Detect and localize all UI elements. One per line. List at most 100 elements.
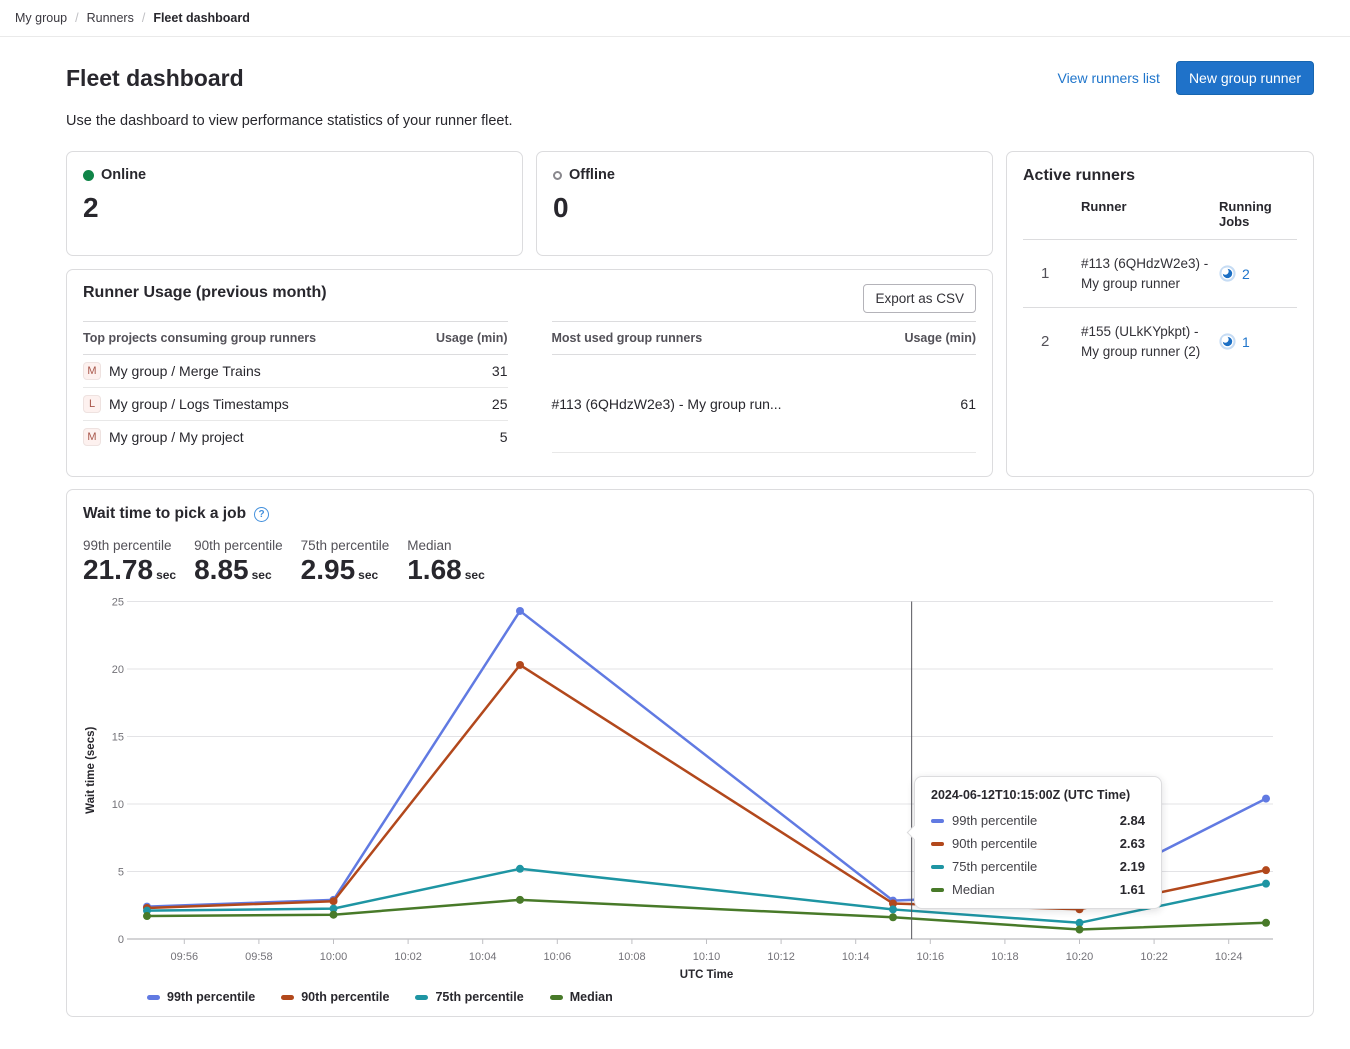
y-tick-label: 25 <box>112 597 124 609</box>
page-header: Fleet dashboard View runners list New gr… <box>66 61 1314 95</box>
column-header-runner: Runner <box>1081 187 1219 240</box>
stat-unit: sec <box>465 568 485 582</box>
active-runners-table: Runner Running Jobs 1 #113 (6QHdzW2e3) -… <box>1023 187 1297 375</box>
most-used-runners-table: Most used group runners Usage (min) #113… <box>552 321 977 453</box>
offline-status-dot-icon <box>553 171 562 180</box>
x-tick-label: 10:02 <box>394 951 422 963</box>
project-usage-row: MMy group / Merge Trains 31 <box>83 355 508 388</box>
wait-time-title-row: Wait time to pick a job ? <box>83 505 1297 523</box>
running-jobs-cell: 2 <box>1219 265 1297 282</box>
tooltip-series-value: 2.19 <box>1120 859 1145 874</box>
running-jobs-count-link[interactable]: 2 <box>1242 266 1250 282</box>
data-point[interactable] <box>889 905 897 913</box>
stat-unit: sec <box>358 568 378 582</box>
x-tick-label: 09:56 <box>171 951 199 963</box>
data-point[interactable] <box>516 896 524 904</box>
stat-label: 99th percentile <box>83 538 176 553</box>
x-tick-label: 10:04 <box>469 951 497 963</box>
wait-time-chart[interactable]: 051015202509:5609:5810:0010:0210:0410:06… <box>83 594 1297 990</box>
data-point[interactable] <box>1262 866 1270 874</box>
legend-item-median[interactable]: Median <box>550 990 613 1004</box>
cards-grid: Online 2 Offline 0 Active runners Runner… <box>66 151 1314 477</box>
x-tick-label: 10:12 <box>767 951 795 963</box>
project-name: My group / Logs Timestamps <box>109 396 289 412</box>
online-label-row: Online <box>83 167 506 183</box>
y-tick-label: 15 <box>112 732 124 744</box>
data-point[interactable] <box>516 661 524 669</box>
stat-value: 1.68 <box>407 554 462 585</box>
tooltip-row: 90th percentile2.63 <box>931 832 1145 855</box>
offline-label-row: Offline <box>553 167 976 183</box>
data-point[interactable] <box>516 865 524 873</box>
y-tick-label: 20 <box>112 664 124 676</box>
active-runner-row: 2 #155 (ULkKYpkpt) - My group runner (2)… <box>1023 308 1297 376</box>
breadcrumb-item-runners[interactable]: Runners <box>87 11 134 25</box>
runner-usage-value: 61 <box>886 355 976 453</box>
stat-75th-percentile: 75th percentile 2.95sec <box>301 538 390 586</box>
runner-usage-header: Runner Usage (previous month) Export as … <box>83 284 976 313</box>
tooltip-row: 99th percentile2.84 <box>931 809 1145 832</box>
legend-swatch-icon <box>415 995 428 1000</box>
column-header-running-jobs: Running Jobs <box>1219 187 1297 240</box>
new-group-runner-button[interactable]: New group runner <box>1176 61 1314 95</box>
runners-usage-header: Usage (min) <box>886 322 976 355</box>
export-csv-button[interactable]: Export as CSV <box>863 284 976 313</box>
help-icon[interactable]: ? <box>254 507 269 522</box>
top-projects-table: Top projects consuming group runners Usa… <box>83 321 508 453</box>
x-tick-label: 10:18 <box>991 951 1019 963</box>
data-point[interactable] <box>889 913 897 921</box>
online-runners-card: Online 2 <box>66 151 523 256</box>
tooltip-series-label: 99th percentile <box>952 813 1112 828</box>
header-actions: View runners list New group runner <box>1057 61 1314 95</box>
legend-label: 99th percentile <box>167 990 255 1004</box>
x-tick-label: 10:20 <box>1066 951 1094 963</box>
project-avatar: M <box>83 362 101 380</box>
data-point[interactable] <box>143 912 151 920</box>
wait-time-card: Wait time to pick a job ? 99th percentil… <box>66 489 1314 1017</box>
data-point[interactable] <box>1076 926 1084 934</box>
legend-item-75th-percentile[interactable]: 75th percentile <box>415 990 523 1004</box>
online-label: Online <box>101 167 146 183</box>
running-jobs-cell: 1 <box>1219 333 1297 350</box>
tooltip-series-label: 75th percentile <box>952 859 1112 874</box>
status-running-icon <box>1219 333 1236 350</box>
chart-legend: 99th percentile 90th percentile 75th perce… <box>147 990 1297 1004</box>
view-runners-list-link[interactable]: View runners list <box>1057 70 1159 86</box>
series-swatch-icon <box>931 819 944 823</box>
tooltip-series-value: 1.61 <box>1120 882 1145 897</box>
runner-rank: 2 <box>1023 308 1081 376</box>
y-tick-label: 0 <box>118 934 124 946</box>
x-axis-title: UTC Time <box>680 969 733 981</box>
percentile-stats-row: 99th percentile 21.78sec 90th percentile… <box>83 538 1297 586</box>
x-tick-label: 10:14 <box>842 951 870 963</box>
stat-label: 90th percentile <box>194 538 283 553</box>
legend-item-99th-percentile[interactable]: 99th percentile <box>147 990 255 1004</box>
project-usage-row: LMy group / Logs Timestamps 25 <box>83 388 508 421</box>
legend-swatch-icon <box>281 995 294 1000</box>
stat-value: 8.85 <box>194 554 249 585</box>
x-tick-label: 09:58 <box>245 951 273 963</box>
stat-label: 75th percentile <box>301 538 390 553</box>
y-tick-label: 5 <box>118 867 124 879</box>
breadcrumb-item-current: Fleet dashboard <box>153 11 250 25</box>
running-jobs-count-link[interactable]: 1 <box>1242 334 1250 350</box>
data-point[interactable] <box>330 911 338 919</box>
project-usage-value: 5 <box>418 421 508 454</box>
projects-usage-header: Usage (min) <box>418 322 508 355</box>
tooltip-row: Median1.61 <box>931 878 1145 901</box>
data-point[interactable] <box>330 897 338 905</box>
data-point[interactable] <box>1262 919 1270 927</box>
online-count: 2 <box>83 192 506 224</box>
data-point[interactable] <box>516 607 524 615</box>
legend-label: 90th percentile <box>301 990 389 1004</box>
wait-time-title: Wait time to pick a job <box>83 505 246 523</box>
status-running-icon <box>1219 265 1236 282</box>
active-runners-title: Active runners <box>1023 167 1297 185</box>
legend-item-90th-percentile[interactable]: 90th percentile <box>281 990 389 1004</box>
chart-tooltip: 2024-06-12T10:15:00Z (UTC Time) 99th per… <box>914 776 1162 909</box>
runner-usage-row: #113 (6QHdzW2e3) - My group run... 61 <box>552 355 977 453</box>
offline-runners-card: Offline 0 <box>536 151 993 256</box>
data-point[interactable] <box>1262 880 1270 888</box>
data-point[interactable] <box>1262 795 1270 803</box>
breadcrumb-item-my-group[interactable]: My group <box>15 11 67 25</box>
